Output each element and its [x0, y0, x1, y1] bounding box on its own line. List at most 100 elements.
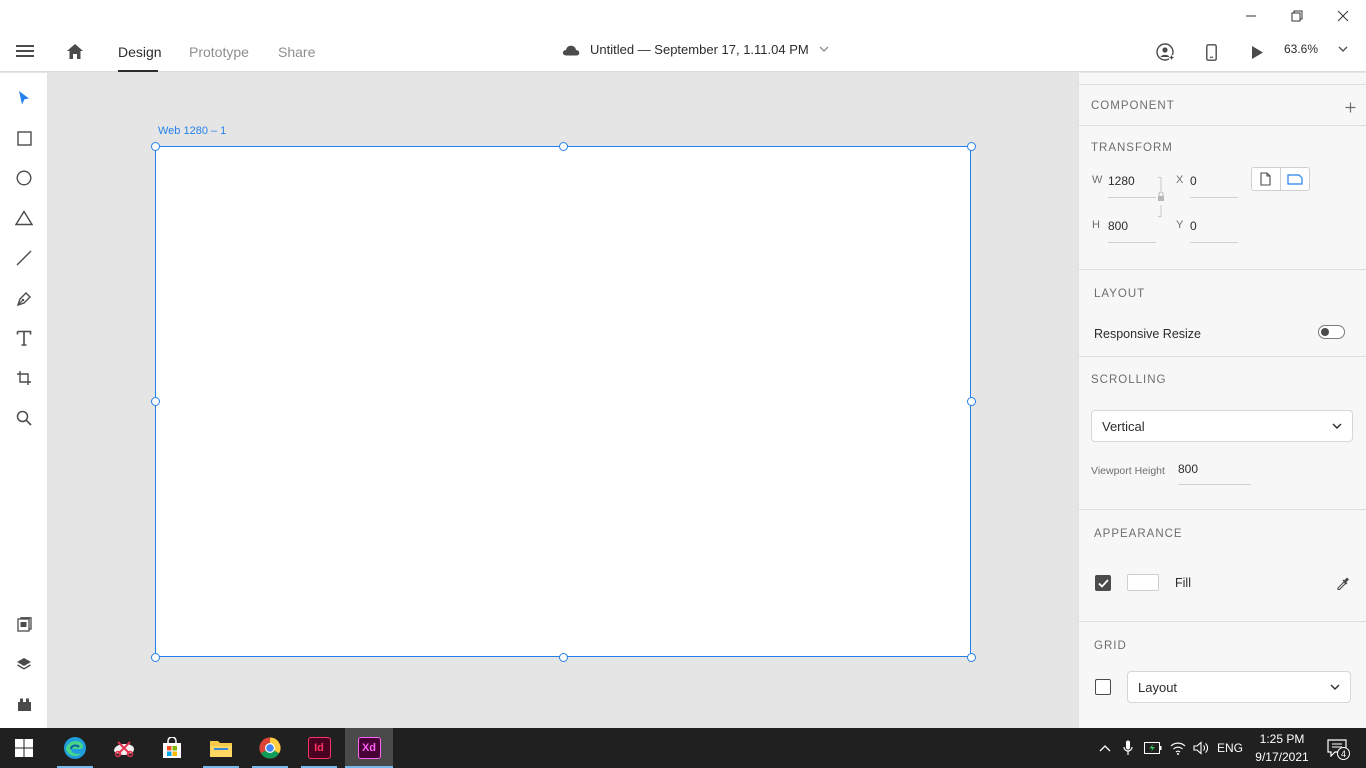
resize-handle-top-left[interactable]: [151, 142, 160, 151]
rectangle-tool[interactable]: [12, 126, 36, 150]
design-canvas[interactable]: Web 1280 – 1: [49, 73, 1077, 728]
network-status[interactable]: [1168, 728, 1188, 768]
document-title-button[interactable]: Untitled — September 17, 1.11.04 PM: [562, 42, 829, 57]
add-component-button[interactable]: [1343, 100, 1357, 114]
close-icon: [1337, 10, 1349, 22]
document-title: Untitled — September 17, 1.11.04 PM: [590, 42, 809, 57]
volume-control[interactable]: [1191, 728, 1211, 768]
landscape-button[interactable]: [1281, 168, 1309, 190]
resize-handle-bottom-right[interactable]: [967, 653, 976, 662]
edge-browser-icon: [64, 737, 86, 759]
title-bar: Design Prototype Share Untitled — Septem…: [0, 0, 1366, 72]
field-underline: [1178, 484, 1251, 485]
taskbar-app-edge[interactable]: [51, 728, 99, 768]
tab-design[interactable]: Design: [118, 44, 162, 60]
battery-status[interactable]: [1143, 728, 1163, 768]
taskbar-app-file-explorer[interactable]: [197, 728, 245, 768]
width-label: W: [1092, 174, 1103, 186]
divider: [1079, 621, 1366, 622]
minimize-button[interactable]: [1228, 0, 1274, 32]
viewport-height-label: Viewport Height: [1091, 465, 1165, 477]
notification-center-button[interactable]: 4: [1320, 728, 1354, 768]
orientation-toggle: [1251, 167, 1310, 191]
portrait-button[interactable]: [1252, 168, 1281, 190]
fill-checkbox[interactable]: [1095, 575, 1111, 591]
zoom-dropdown[interactable]: 63.6%: [1284, 42, 1348, 56]
chevron-down-icon: [819, 46, 829, 52]
ellipse-tool[interactable]: [12, 166, 36, 190]
height-field[interactable]: 800: [1108, 219, 1128, 233]
artboard-label[interactable]: Web 1280 – 1: [158, 125, 226, 137]
plugins-panel-button[interactable]: [12, 692, 36, 716]
zoom-level: 63.6%: [1284, 42, 1319, 56]
zoom-tool[interactable]: [12, 406, 36, 430]
restore-icon: [1291, 10, 1303, 22]
text-tool[interactable]: [12, 326, 36, 350]
field-underline: [1108, 242, 1156, 243]
microphone-status[interactable]: [1119, 728, 1137, 768]
pen-tool[interactable]: [12, 286, 36, 310]
tab-share[interactable]: Share: [278, 44, 315, 60]
lock-icon: [1158, 177, 1164, 217]
select-tool[interactable]: [12, 86, 36, 110]
resize-handle-left[interactable]: [151, 397, 160, 406]
clock-time: 1:25 PM: [1259, 732, 1305, 746]
portrait-page-icon: [1260, 172, 1271, 186]
hamburger-menu-button[interactable]: [14, 40, 36, 62]
fill-label: Fill: [1175, 576, 1191, 590]
scrolling-dropdown[interactable]: Vertical: [1091, 410, 1353, 442]
invite-user-button[interactable]: [1155, 42, 1175, 62]
fill-color-swatch[interactable]: [1127, 574, 1159, 591]
assets-panel-button[interactable]: [12, 612, 36, 636]
width-field[interactable]: 1280: [1108, 174, 1135, 188]
layers-panel-button[interactable]: [12, 652, 36, 676]
layers-icon: [17, 657, 31, 670]
assets-library-icon: [16, 616, 32, 632]
eyedropper-button[interactable]: [1335, 575, 1351, 591]
responsive-resize-label: Responsive Resize: [1094, 327, 1201, 341]
artboard[interactable]: [155, 146, 971, 657]
close-button[interactable]: [1320, 0, 1366, 32]
chevron-down-icon: [1332, 423, 1342, 429]
resize-handle-top[interactable]: [559, 142, 568, 151]
grid-type-dropdown[interactable]: Layout: [1127, 671, 1351, 703]
tab-prototype[interactable]: Prototype: [189, 44, 249, 60]
xd-icon: Xd: [357, 737, 381, 759]
y-label: Y: [1176, 219, 1184, 231]
landscape-page-icon: [1287, 173, 1303, 185]
triangle-icon: [15, 210, 33, 226]
snip-sketch-icon: [114, 741, 134, 758]
height-label: H: [1092, 219, 1100, 231]
y-field[interactable]: 0: [1190, 219, 1197, 233]
field-underline: [1190, 197, 1238, 198]
mobile-preview-button[interactable]: [1202, 42, 1220, 62]
x-field[interactable]: 0: [1190, 174, 1197, 188]
artboard-tool[interactable]: [12, 366, 36, 390]
mobile-phone-icon: [1205, 43, 1217, 61]
input-language[interactable]: ENG: [1214, 728, 1246, 768]
start-button[interactable]: [0, 728, 48, 768]
resize-handle-top-right[interactable]: [967, 142, 976, 151]
taskbar-app-snip[interactable]: [100, 728, 148, 768]
polygon-tool[interactable]: [12, 206, 36, 230]
hamburger-icon: [16, 45, 34, 57]
desktop-preview-button[interactable]: [1248, 42, 1266, 62]
lock-aspect-button[interactable]: [1157, 177, 1165, 217]
taskbar-app-indesign[interactable]: Id: [295, 728, 343, 768]
home-button[interactable]: [64, 40, 86, 62]
restore-button[interactable]: [1274, 0, 1320, 32]
resize-handle-right[interactable]: [967, 397, 976, 406]
taskbar-app-xd[interactable]: Xd: [345, 728, 393, 768]
grid-checkbox[interactable]: [1095, 679, 1111, 695]
divider: [1079, 356, 1366, 357]
line-tool[interactable]: [12, 246, 36, 270]
viewport-height-field[interactable]: 800: [1178, 462, 1198, 476]
show-hidden-icons-button[interactable]: [1096, 728, 1114, 768]
taskbar-app-store[interactable]: [148, 728, 196, 768]
taskbar-app-chrome[interactable]: [246, 728, 294, 768]
resize-handle-bottom-left[interactable]: [151, 653, 160, 662]
resize-handle-bottom[interactable]: [559, 653, 568, 662]
responsive-resize-toggle[interactable]: [1318, 325, 1345, 339]
clock[interactable]: 1:25 PM 9/17/2021: [1250, 728, 1314, 768]
magnifier-icon: [16, 410, 32, 426]
